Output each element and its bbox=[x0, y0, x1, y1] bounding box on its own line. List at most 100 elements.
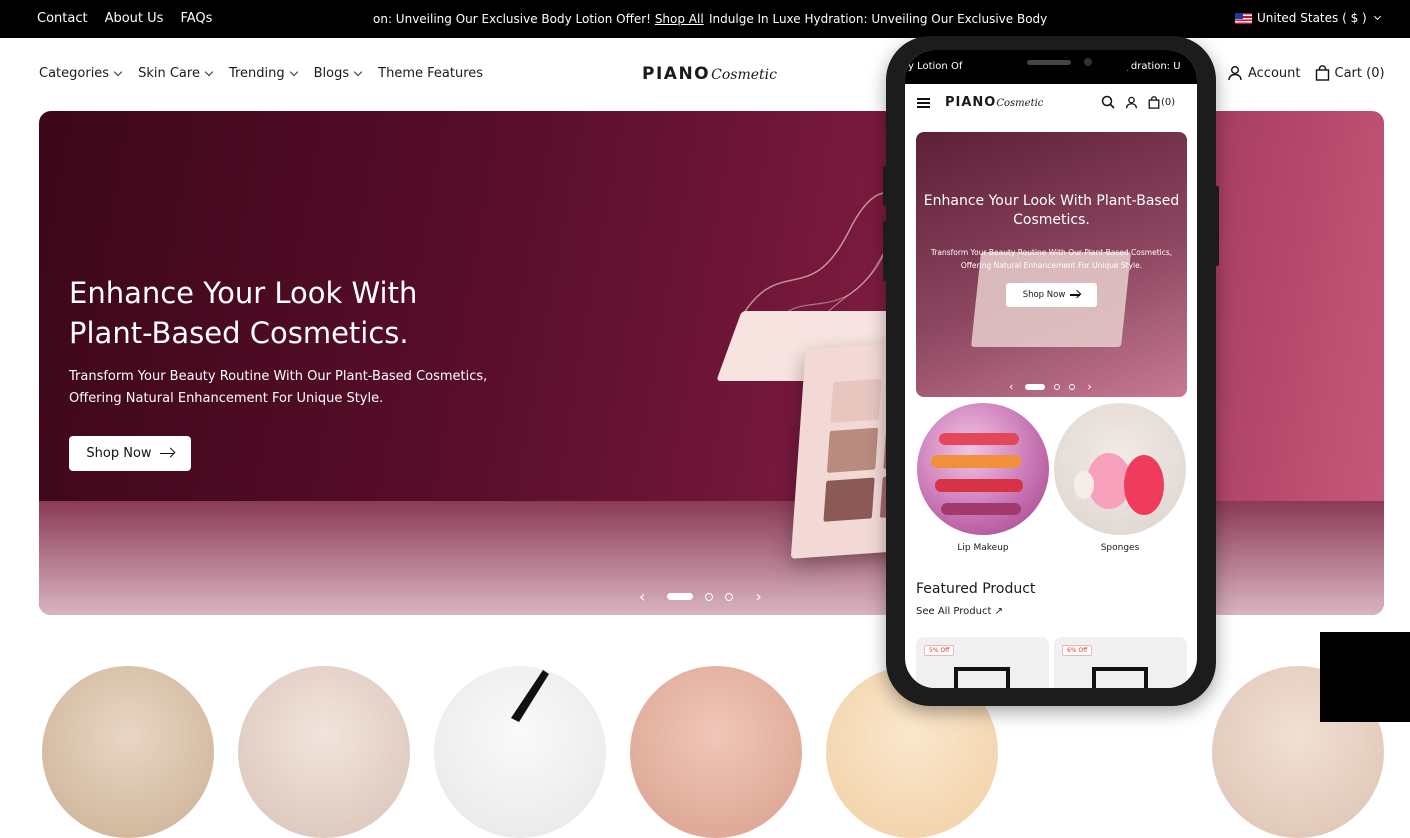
about-us-link[interactable]: About Us bbox=[105, 11, 164, 26]
menu-item-trending[interactable]: Trending bbox=[228, 66, 298, 81]
slide-dot-active[interactable] bbox=[1025, 383, 1046, 390]
slide-dot[interactable] bbox=[705, 592, 714, 601]
menu-item-categories[interactable]: Categories bbox=[39, 66, 123, 81]
mobile-logo[interactable]: PIANO Cosmetic bbox=[945, 95, 1043, 110]
cart-link[interactable]: Cart (0) bbox=[1315, 65, 1385, 81]
hero-subtitle: Transform Your Beauty Routine With Our P… bbox=[69, 369, 488, 406]
mobile-logo-script: Cosmetic bbox=[996, 98, 1044, 109]
announcement-message: on: Unveiling Our Exclusive Body Lotion … bbox=[373, 12, 651, 26]
mobile-cart-count: (0) bbox=[1161, 96, 1176, 108]
makeup-brush-graphic bbox=[511, 670, 549, 722]
chevron-left-icon[interactable]: ‹ bbox=[639, 587, 645, 606]
category-sponges[interactable]: Sponges bbox=[1053, 403, 1187, 553]
user-icon[interactable] bbox=[1125, 96, 1138, 109]
chevron-left-icon[interactable]: ‹ bbox=[1009, 380, 1013, 393]
camera-icon bbox=[1084, 58, 1092, 66]
menu-label: Blogs bbox=[313, 66, 350, 81]
mobile-announcement-left: y Lotion Of bbox=[908, 61, 963, 72]
faqs-link[interactable]: FAQs bbox=[180, 11, 212, 26]
phone-notch bbox=[972, 50, 1132, 74]
sponges-image bbox=[1054, 403, 1186, 535]
phone-side-button bbox=[1215, 186, 1219, 266]
phone-side-button bbox=[883, 166, 887, 206]
shopping-bag-icon bbox=[1315, 65, 1329, 81]
product-card[interactable]: 6% Off bbox=[1054, 637, 1187, 688]
mobile-announcement-right: ydration: U bbox=[1125, 61, 1181, 72]
chevron-down-icon bbox=[113, 67, 123, 77]
us-flag-icon bbox=[1235, 12, 1252, 24]
hamburger-menu-icon[interactable] bbox=[917, 98, 930, 108]
mobile-header: PIANO Cosmetic (0) bbox=[905, 84, 1197, 120]
chevron-down-icon bbox=[1373, 12, 1381, 21]
menu-label: Categories bbox=[39, 66, 110, 81]
menu-item-blogs[interactable]: Blogs bbox=[313, 66, 363, 81]
product-card[interactable]: 5% Off bbox=[916, 637, 1049, 688]
shop-now-label: Shop Now bbox=[86, 446, 152, 461]
speaker-grille bbox=[1027, 60, 1071, 65]
top-links: Contact About Us FAQs bbox=[37, 11, 212, 26]
arrow-up-right-icon: ↗ bbox=[994, 606, 1003, 617]
chevron-right-icon[interactable]: › bbox=[755, 587, 761, 606]
chevron-down-icon bbox=[289, 67, 298, 77]
mobile-hero-banner: Enhance Your Look With Plant-Based Cosme… bbox=[916, 132, 1187, 397]
category-label: Sponges bbox=[1100, 543, 1140, 553]
cart-label: Cart (0) bbox=[1334, 65, 1385, 81]
announcement-bar: Contact About Us FAQs on: Unveiling Our … bbox=[0, 0, 1410, 38]
arrow-right-icon bbox=[1070, 294, 1081, 296]
category-image[interactable] bbox=[630, 666, 802, 838]
chevron-down-icon bbox=[353, 67, 363, 77]
featured-product-title: Featured Product bbox=[916, 581, 1036, 597]
slide-dot-active[interactable] bbox=[667, 593, 694, 600]
corner-overlay bbox=[1320, 632, 1410, 722]
slide-dot[interactable] bbox=[725, 592, 734, 601]
mobile-shop-now-label: Shop Now bbox=[1022, 290, 1066, 300]
account-label: Account bbox=[1248, 65, 1301, 81]
menu-label: Trending bbox=[228, 66, 285, 81]
lipstick-swatches bbox=[931, 433, 1023, 515]
shop-now-button[interactable]: Shop Now bbox=[69, 436, 191, 471]
main-menu: Categories Skin Care Trending Blogs Them… bbox=[39, 66, 483, 81]
chevron-down-icon bbox=[204, 67, 214, 77]
see-all-label: See All Product bbox=[916, 606, 992, 617]
phone-screen: y Lotion Of ydration: U PIANO Cosmetic (… bbox=[905, 50, 1197, 688]
discount-badge: 5% Off bbox=[924, 645, 955, 656]
category-image[interactable] bbox=[238, 666, 410, 838]
product-image bbox=[954, 667, 1010, 688]
country-selector[interactable]: United States ( $ ) bbox=[1235, 11, 1381, 25]
user-icon bbox=[1228, 66, 1242, 81]
mobile-cart[interactable]: (0) bbox=[1148, 95, 1176, 109]
logo-script: Cosmetic bbox=[711, 67, 777, 83]
slide-dot[interactable] bbox=[1069, 383, 1076, 390]
menu-item-theme-features[interactable]: Theme Features bbox=[378, 66, 483, 81]
mobile-hero-title: Enhance Your Look With Plant-Based Cosme… bbox=[923, 193, 1180, 228]
category-image[interactable] bbox=[42, 666, 214, 838]
chevron-right-icon[interactable]: › bbox=[1087, 380, 1091, 393]
product-image bbox=[1092, 667, 1148, 688]
shopping-bag-icon bbox=[1148, 95, 1160, 109]
announcement-text-2: Indulge In Luxe Hydration: Unveiling Our… bbox=[709, 12, 1049, 26]
menu-item-skin-care[interactable]: Skin Care bbox=[138, 66, 214, 81]
mobile-logo-wordmark: PIANO bbox=[945, 95, 997, 110]
slide-dot[interactable] bbox=[1054, 383, 1061, 390]
see-all-product-link[interactable]: See All Product ↗ bbox=[916, 606, 1003, 617]
announcement-text: on: Unveiling Our Exclusive Body Lotion … bbox=[373, 12, 704, 26]
contact-link[interactable]: Contact bbox=[37, 11, 88, 26]
search-icon[interactable] bbox=[1101, 95, 1115, 109]
country-label: United States ( $ ) bbox=[1257, 11, 1367, 25]
slider-controls: ‹ › bbox=[629, 587, 772, 606]
shop-all-link[interactable]: Shop All bbox=[655, 12, 704, 26]
phone-side-button bbox=[883, 221, 887, 281]
site-logo[interactable]: PIANO Cosmetic bbox=[642, 64, 777, 84]
lip-makeup-image bbox=[917, 403, 1049, 535]
mobile-slider-controls: ‹ › bbox=[1006, 380, 1095, 393]
category-lip-makeup[interactable]: Lip Makeup bbox=[916, 403, 1050, 553]
hero-title: Enhance Your Look With Plant-Based Cosme… bbox=[69, 276, 418, 350]
discount-badge: 6% Off bbox=[1062, 645, 1093, 656]
account-link[interactable]: Account bbox=[1227, 65, 1301, 81]
arrow-right-icon bbox=[159, 452, 174, 455]
beauty-sponges bbox=[1074, 453, 1164, 515]
menu-label: Skin Care bbox=[138, 66, 200, 81]
phone-mockup: y Lotion Of ydration: U PIANO Cosmetic (… bbox=[883, 36, 1219, 706]
mobile-header-icons: (0) bbox=[1101, 95, 1175, 109]
mobile-shop-now-button[interactable]: Shop Now bbox=[1006, 283, 1097, 307]
